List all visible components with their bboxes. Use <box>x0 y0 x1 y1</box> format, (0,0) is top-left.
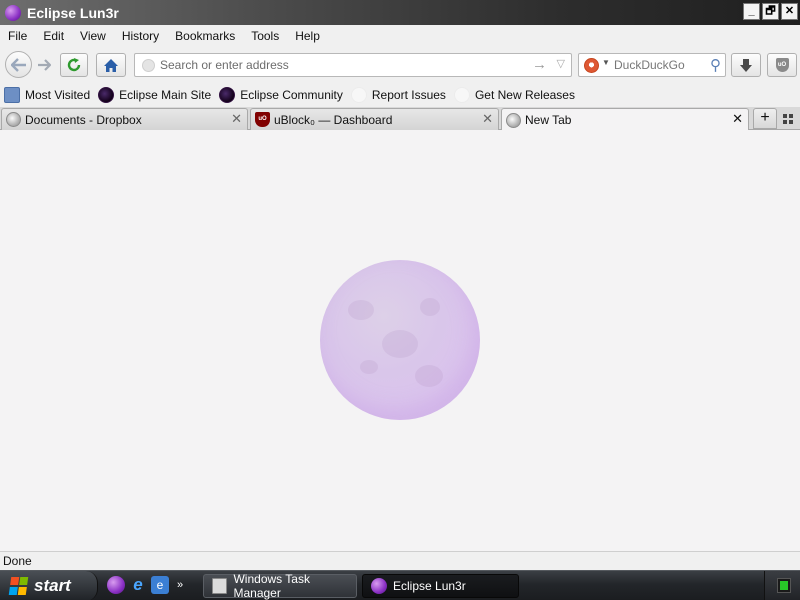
tab-label: uBlock₀ — Dashboard <box>274 112 393 127</box>
bookmark-label: Eclipse Community <box>240 88 343 102</box>
duckduckgo-icon[interactable] <box>584 58 599 73</box>
menu-tools[interactable]: Tools <box>243 29 287 43</box>
tab-close-icon[interactable]: ✕ <box>231 111 242 127</box>
back-button[interactable] <box>5 51 32 78</box>
tab-strip: Documents - Dropbox ✕ uO uBlock₀ — Dashb… <box>0 107 800 131</box>
close-window-button[interactable]: ✕ <box>781 3 798 20</box>
home-button[interactable] <box>96 53 126 77</box>
menu-edit[interactable]: Edit <box>35 29 72 43</box>
status-text: Done <box>3 554 32 568</box>
bookmark-label: Get New Releases <box>474 88 575 102</box>
window-controls: _ 🗗 ✕ <box>743 3 798 20</box>
reload-icon <box>67 58 81 72</box>
eclipse-icon <box>98 87 115 103</box>
eclipse-launcher-icon[interactable] <box>107 576 125 594</box>
title-bar: Eclipse Lun3r _ 🗗 ✕ <box>0 0 800 25</box>
start-label: start <box>34 576 71 595</box>
internet-explorer-icon[interactable]: e <box>129 576 147 594</box>
eclipse-app-icon <box>5 4 21 21</box>
globe-icon <box>6 112 21 127</box>
task-label: Windows Task Manager <box>233 572 310 600</box>
blank-page-icon <box>453 87 470 103</box>
globe-icon <box>506 112 521 128</box>
menu-bar: File Edit View History Bookmarks Tools H… <box>0 25 800 47</box>
download-arrow-icon <box>740 58 752 72</box>
tab-label: New Tab <box>525 113 572 127</box>
restore-button[interactable]: 🗗 <box>762 3 779 20</box>
bookmark-report-issues[interactable]: Report Issues <box>347 84 450 106</box>
tab-label: Documents - Dropbox <box>25 112 142 127</box>
ublock-icon: uO <box>255 112 270 127</box>
search-bar: ▼ ⚲ <box>578 53 726 77</box>
menu-bookmarks[interactable]: Bookmarks <box>167 29 243 43</box>
search-engine-dropdown-icon[interactable]: ▼ <box>602 58 610 67</box>
quick-launch-more-icon[interactable]: » <box>177 579 183 591</box>
browser-launcher-icon[interactable]: e <box>151 576 169 594</box>
menu-view[interactable]: View <box>72 29 114 43</box>
moon-logo <box>320 260 480 420</box>
bookmark-eclipse-community[interactable]: Eclipse Community <box>215 84 347 106</box>
tab-documents-dropbox[interactable]: Documents - Dropbox ✕ <box>1 108 248 130</box>
windows-taskbar: start e e » Windows Task Manager Eclipse… <box>0 570 800 600</box>
list-all-tabs-icon[interactable] <box>781 112 795 126</box>
tab-close-icon[interactable]: ✕ <box>482 111 493 127</box>
system-tray <box>764 571 800 600</box>
quick-launch: e e » <box>107 576 183 594</box>
bookmark-most-visited[interactable]: Most Visited <box>0 84 94 106</box>
navigation-toolbar: → ▽ ▼ ⚲ uO <box>0 47 800 83</box>
bookmark-label: Report Issues <box>371 88 446 102</box>
taskbar-eclipse-lun3r[interactable]: Eclipse Lun3r <box>362 574 519 598</box>
eclipse-icon <box>371 578 387 594</box>
battery-icon[interactable] <box>777 578 791 593</box>
forward-arrow-icon <box>38 59 51 71</box>
eclipse-icon <box>219 87 236 103</box>
go-arrow-icon[interactable]: → <box>532 56 547 73</box>
bookmark-label: Eclipse Main Site <box>119 88 212 102</box>
status-bar: Done <box>0 551 800 570</box>
site-identity-icon[interactable] <box>142 59 155 72</box>
menu-file[interactable]: File <box>0 29 35 43</box>
minimize-button[interactable]: _ <box>743 3 760 20</box>
downloads-button[interactable] <box>731 53 761 77</box>
ublock-toolbar-button[interactable]: uO <box>767 53 797 77</box>
menu-help[interactable]: Help <box>287 29 328 43</box>
page-content <box>0 130 800 551</box>
most-visited-icon <box>4 87 20 103</box>
reload-button[interactable] <box>60 53 88 77</box>
task-manager-icon <box>212 578 228 594</box>
bookmarks-toolbar: Most Visited Eclipse Main Site Eclipse C… <box>0 83 800 107</box>
task-label: Eclipse Lun3r <box>393 579 466 593</box>
search-icon[interactable]: ⚲ <box>710 56 721 74</box>
window-title: Eclipse Lun3r <box>27 4 119 21</box>
tab-close-icon[interactable]: ✕ <box>732 111 743 127</box>
blank-page-icon <box>350 87 367 103</box>
forward-button[interactable] <box>34 55 54 75</box>
url-input[interactable] <box>160 57 530 73</box>
menu-history[interactable]: History <box>114 29 167 43</box>
ublock-shield-icon: uO <box>775 58 789 72</box>
home-icon <box>104 58 118 72</box>
start-button[interactable]: start <box>0 571 98 600</box>
windows-logo-icon <box>8 577 30 595</box>
bookmark-eclipse-main-site[interactable]: Eclipse Main Site <box>94 84 215 106</box>
bookmark-get-new-releases[interactable]: Get New Releases <box>450 84 579 106</box>
search-input[interactable] <box>614 57 699 73</box>
back-arrow-icon <box>10 57 26 72</box>
address-bar: → ▽ <box>134 53 572 77</box>
new-tab-button[interactable]: + <box>753 108 777 129</box>
tab-new-tab[interactable]: New Tab ✕ <box>501 108 749 131</box>
taskbar-task-manager[interactable]: Windows Task Manager <box>203 572 357 600</box>
url-history-dropdown-icon[interactable]: ▽ <box>557 57 565 70</box>
bookmark-label: Most Visited <box>25 88 91 102</box>
tab-ublock-dashboard[interactable]: uO uBlock₀ — Dashboard ✕ <box>250 108 499 130</box>
